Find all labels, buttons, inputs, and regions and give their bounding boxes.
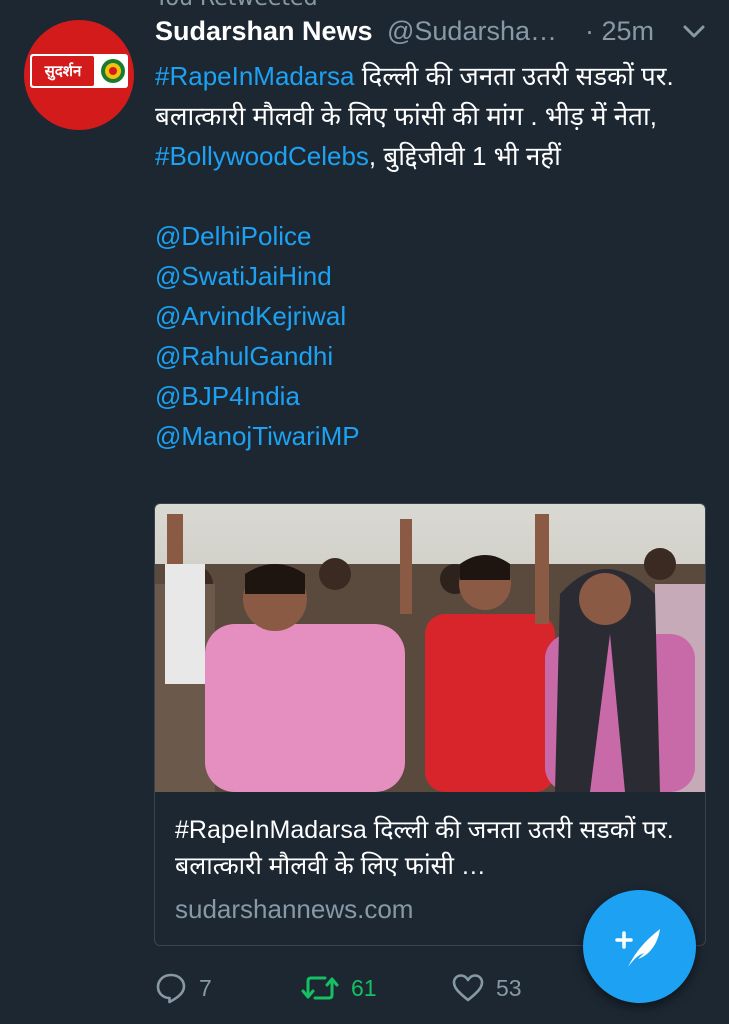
- logo-text: सुदर्शन: [32, 56, 94, 86]
- author-name[interactable]: Sudarshan News: [155, 16, 373, 47]
- protest-photo: [155, 504, 705, 792]
- sudarshan-logo: सुदर्शन: [30, 54, 128, 88]
- retweeted-banner: You Retweeted: [155, 0, 318, 11]
- compose-tweet-button[interactable]: [583, 890, 696, 1003]
- sun-emblem-icon: [101, 59, 125, 83]
- retweet-count: 61: [351, 974, 377, 1001]
- mention-manojtiwarimp[interactable]: @ManojTiwariMP: [155, 416, 715, 456]
- chevron-down-icon[interactable]: [682, 24, 706, 40]
- retweet-button[interactable]: 61: [301, 966, 377, 1010]
- like-button[interactable]: 53: [452, 966, 522, 1010]
- compose-tweet-icon: [614, 928, 660, 967]
- hashtag-rapeinmadarsa[interactable]: #RapeInMadarsa: [155, 61, 354, 91]
- heart-icon: [452, 974, 484, 1002]
- card-title[interactable]: #RapeInMadarsa दिल्ली की जनता उतरी सडकों…: [175, 812, 690, 884]
- reply-button[interactable]: 7: [155, 966, 212, 1010]
- tweet-header: Sudarshan News @Sudarsha… · 25m: [155, 16, 729, 52]
- mention-rahulgandhi[interactable]: @RahulGandhi: [155, 336, 715, 376]
- retweet-icon: [301, 976, 339, 1000]
- reply-icon: [156, 973, 186, 1004]
- mention-bjp4india[interactable]: @BJP4India: [155, 376, 715, 416]
- tweet-text-part2: , बुद्दिजीवी 1 भी नहीं: [368, 141, 561, 171]
- mention-arvindkejriwal[interactable]: @ArvindKejriwal: [155, 296, 715, 336]
- author-handle[interactable]: @Sudarsha…: [387, 16, 557, 47]
- like-count: 53: [496, 974, 522, 1001]
- tweet-timestamp[interactable]: · 25m: [585, 16, 654, 47]
- mention-delhipolice[interactable]: @DelhiPolice: [155, 216, 715, 256]
- reply-count: 7: [199, 974, 212, 1001]
- hashtag-bollywoodcelebs[interactable]: #BollywoodCelebs: [155, 141, 369, 171]
- card-domain[interactable]: sudarshannews.com: [175, 894, 413, 925]
- link-card[interactable]: #RapeInMadarsa दिल्ली की जनता उतरी सडकों…: [154, 503, 706, 946]
- author-avatar[interactable]: सुदर्शन: [24, 20, 134, 130]
- mention-swatijaihind[interactable]: @SwatiJaiHind: [155, 256, 715, 296]
- tweet-body: #RapeInMadarsa दिल्ली की जनता उतरी सडकों…: [155, 56, 715, 456]
